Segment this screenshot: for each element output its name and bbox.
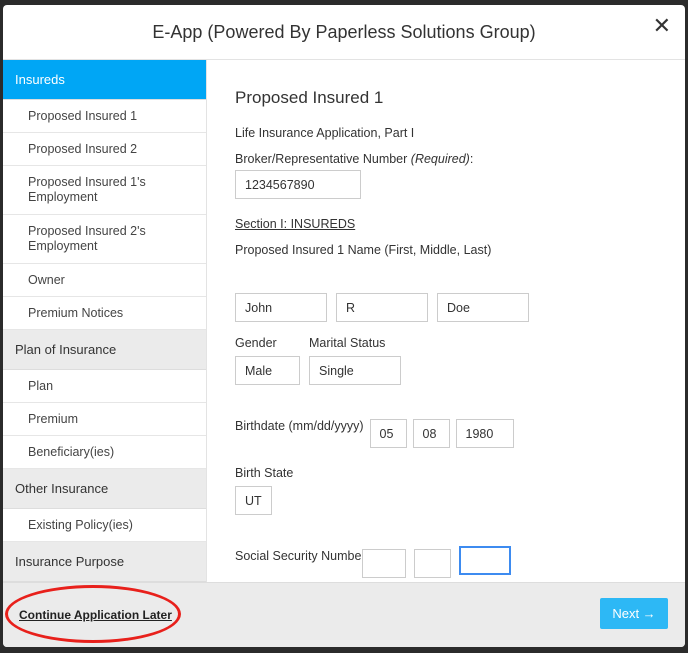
sidebar-section[interactable]: Insurance Purpose (3, 542, 206, 582)
sidebar-item[interactable]: Premium Notices (3, 297, 206, 330)
sidebar-item[interactable]: Existing Policy(ies) (3, 509, 206, 542)
sidebar-item[interactable]: Proposed Insured 1 (3, 100, 206, 133)
gender-select[interactable]: Male (235, 356, 300, 385)
eapp-modal: E-App (Powered By Paperless Solutions Gr… (3, 5, 685, 647)
sidebar-item[interactable]: Proposed Insured 1's Employment (3, 166, 206, 215)
sidebar-item[interactable]: Premium (3, 403, 206, 436)
middle-name-input[interactable]: R (336, 293, 428, 322)
colon: : (469, 152, 474, 166)
name-label: Proposed Insured 1 Name (First, Middle, … (235, 243, 492, 257)
ssn-part1-input[interactable] (361, 549, 406, 578)
marital-status-label: Marital Status (309, 336, 386, 350)
sidebar-item[interactable]: Owner (3, 264, 206, 297)
required-note: (Required) (410, 152, 470, 166)
last-name-input[interactable]: Doe (437, 293, 529, 322)
sidebar-section[interactable]: Insureds (3, 60, 206, 100)
sidebar-nav: Insureds Proposed Insured 1 Proposed Insur… (3, 60, 207, 582)
broker-number-input[interactable]: 1234567890 (235, 170, 361, 199)
form-subtitle: Life Insurance Application, Part I (235, 126, 415, 140)
section-heading: Section I: INSUREDS (235, 217, 356, 231)
birth-year-input[interactable]: 1980 (455, 419, 514, 448)
first-name-input[interactable]: John (235, 293, 327, 322)
gender-label: Gender (235, 336, 277, 350)
next-button[interactable]: Next → (600, 598, 668, 629)
birth-state-input[interactable]: UT (235, 486, 272, 515)
annotation-circle (5, 585, 181, 643)
sidebar-item[interactable]: Plan (3, 370, 206, 403)
ssn-part3-input[interactable] (458, 546, 511, 575)
ssn-part2-input[interactable] (413, 549, 451, 578)
form-content: Proposed Insured 1 Life Insurance Applic… (207, 60, 685, 582)
sidebar-item[interactable]: Beneficiary(ies) (3, 436, 206, 469)
birth-day-input[interactable]: 08 (412, 419, 450, 448)
page-title: Proposed Insured 1 (235, 88, 384, 107)
marital-status-select[interactable]: Single (309, 356, 401, 385)
close-icon[interactable]: ✕ (653, 13, 671, 39)
birthdate-label: Birthdate (mm/dd/yyyy) (235, 419, 364, 433)
sidebar-section[interactable]: Plan of Insurance (3, 330, 206, 370)
ssn-label: Social Security Number (235, 549, 366, 563)
sidebar-item[interactable]: Proposed Insured 2's Employment (3, 215, 206, 264)
sidebar-section[interactable]: Other Insurance (3, 469, 206, 509)
sidebar-item[interactable]: Proposed Insured 2 (3, 133, 206, 166)
broker-label-text: Broker/Representative Number (235, 152, 411, 166)
birth-month-input[interactable]: 05 (369, 419, 407, 448)
birth-state-label: Birth State (235, 466, 294, 480)
broker-label: Broker/Representative Number (Required): (235, 152, 657, 166)
modal-title: E-App (Powered By Paperless Solutions Gr… (152, 21, 536, 42)
modal-header: E-App (Powered By Paperless Solutions Gr… (3, 5, 685, 60)
